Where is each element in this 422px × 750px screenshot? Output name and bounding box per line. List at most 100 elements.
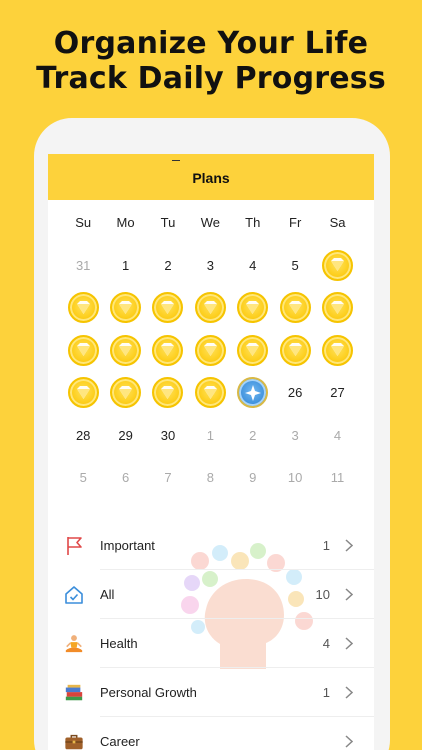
list-item-all[interactable]: All 10 bbox=[48, 570, 374, 619]
calendar-day-completed[interactable] bbox=[62, 287, 104, 330]
calendar-day-today[interactable] bbox=[232, 372, 274, 415]
calendar-day-other-month[interactable]: 7 bbox=[147, 457, 189, 500]
list-item-important[interactable]: Important 1 bbox=[48, 521, 374, 570]
calendar-day-other-month[interactable]: 8 bbox=[189, 457, 231, 500]
gold-coin-icon bbox=[152, 292, 184, 324]
calendar-day-other-month[interactable]: 4 bbox=[316, 414, 358, 457]
calendar-day-other-month[interactable]: 6 bbox=[104, 457, 146, 500]
app-screen: Plans Su Mo Tu We Th Fr Sa 31 1 2 3 4 5 26 27 28 29 30 1 2… bbox=[48, 154, 374, 750]
weekday-label: Fr bbox=[289, 214, 302, 230]
list-item-count: 1 bbox=[322, 685, 330, 700]
calendar-day[interactable]: 28 bbox=[62, 414, 104, 457]
list-item-career[interactable]: Career bbox=[48, 717, 374, 750]
list-item-count: 10 bbox=[315, 587, 330, 602]
calendar-week-row: 31 1 2 3 4 5 bbox=[48, 244, 374, 287]
gold-coin-icon bbox=[67, 334, 99, 366]
chevron-right-icon bbox=[344, 735, 354, 749]
calendar-day-completed[interactable] bbox=[232, 287, 274, 330]
calendar-day-completed[interactable] bbox=[274, 287, 316, 330]
gold-coin-icon bbox=[279, 334, 311, 366]
weekday-label: Su bbox=[75, 214, 92, 230]
category-list: Important 1 All 10 Health 4 Personal Growth 1 Ca… bbox=[48, 521, 374, 750]
calendar-day-completed[interactable] bbox=[104, 287, 146, 330]
home-check-icon bbox=[64, 585, 84, 605]
gold-coin-icon bbox=[110, 292, 142, 324]
flag-icon bbox=[64, 536, 84, 556]
calendar-day-other-month[interactable]: 31 bbox=[62, 244, 104, 287]
meditation-icon bbox=[64, 634, 84, 654]
calendar-day-other-month[interactable]: 2 bbox=[232, 414, 274, 457]
calendar-day-completed[interactable] bbox=[62, 329, 104, 372]
gold-coin-icon bbox=[322, 334, 354, 366]
weekday-label: Th bbox=[245, 214, 261, 230]
calendar-day[interactable]: 2 bbox=[147, 244, 189, 287]
list-item-count: 1 bbox=[322, 538, 330, 553]
calendar-day-completed[interactable] bbox=[62, 372, 104, 415]
weekday-label: We bbox=[200, 214, 220, 230]
calendar-week-row bbox=[48, 329, 374, 372]
calendar-day-completed[interactable] bbox=[189, 329, 231, 372]
gold-coin-icon bbox=[152, 334, 184, 366]
calendar-grid: 31 1 2 3 4 5 26 27 28 29 30 1 2 3 4 5 6 7 8 9 10 11 bbox=[48, 244, 374, 499]
calendar-day-completed[interactable] bbox=[316, 329, 358, 372]
calendar-day-other-month[interactable]: 11 bbox=[316, 457, 358, 500]
calendar-day[interactable]: 4 bbox=[232, 244, 274, 287]
gold-coin-icon bbox=[237, 334, 269, 366]
gold-coin-icon bbox=[322, 292, 354, 324]
list-item-count: 4 bbox=[322, 636, 330, 651]
calendar-day-completed[interactable] bbox=[104, 372, 146, 415]
weekday-label: Sa bbox=[329, 214, 346, 230]
calendar-day[interactable]: 1 bbox=[104, 244, 146, 287]
calendar-day-completed[interactable] bbox=[147, 329, 189, 372]
list-item-label: All bbox=[100, 587, 115, 602]
gold-coin-icon bbox=[67, 292, 99, 324]
list-item-health[interactable]: Health 4 bbox=[48, 619, 374, 668]
calendar-day-other-month[interactable]: 10 bbox=[274, 457, 316, 500]
books-icon bbox=[64, 683, 84, 703]
calendar-day-completed[interactable] bbox=[147, 372, 189, 415]
chevron-right-icon bbox=[344, 637, 354, 651]
calendar-day[interactable]: 5 bbox=[274, 244, 316, 287]
calendar-day[interactable]: 29 bbox=[104, 414, 146, 457]
briefcase-icon bbox=[64, 732, 84, 750]
calendar-day-completed[interactable] bbox=[316, 244, 358, 287]
gold-coin-icon bbox=[110, 377, 142, 409]
weekday-label: Mo bbox=[116, 214, 135, 230]
calendar-day-completed[interactable] bbox=[104, 329, 146, 372]
calendar-day-completed[interactable] bbox=[274, 329, 316, 372]
calendar-day[interactable]: 30 bbox=[147, 414, 189, 457]
gold-coin-icon bbox=[110, 334, 142, 366]
calendar-day-other-month[interactable]: 5 bbox=[62, 457, 104, 500]
star-coin-icon bbox=[237, 377, 269, 409]
calendar-day-completed[interactable] bbox=[147, 287, 189, 330]
calendar-day-other-month[interactable]: 1 bbox=[189, 414, 231, 457]
gold-coin-icon bbox=[322, 249, 354, 281]
calendar-day[interactable]: 26 bbox=[274, 372, 316, 415]
gold-coin-icon bbox=[237, 292, 269, 324]
calendar-day-completed[interactable] bbox=[189, 372, 231, 415]
promo-headline: Organize Your Life Track Daily Progress bbox=[0, 26, 422, 96]
calendar-day-other-month[interactable]: 9 bbox=[232, 457, 274, 500]
chevron-right-icon bbox=[344, 588, 354, 602]
weekday-label: Tu bbox=[160, 214, 176, 230]
gold-coin-icon bbox=[279, 292, 311, 324]
calendar-week-row: 28 29 30 1 2 3 4 bbox=[48, 414, 374, 457]
calendar-day[interactable]: 27 bbox=[316, 372, 358, 415]
chevron-right-icon bbox=[344, 539, 354, 553]
gold-coin-icon bbox=[152, 377, 184, 409]
list-item-personal-growth[interactable]: Personal Growth 1 bbox=[48, 668, 374, 717]
headline-line-2: Track Daily Progress bbox=[36, 61, 386, 96]
navbar: Plans bbox=[48, 154, 374, 200]
calendar-day-completed[interactable] bbox=[189, 287, 231, 330]
list-item-label: Health bbox=[100, 636, 138, 651]
chevron-right-icon bbox=[344, 686, 354, 700]
calendar-week-row bbox=[48, 287, 374, 330]
calendar-day-completed[interactable] bbox=[232, 329, 274, 372]
weekday-header: Su Mo Tu We Th Fr Sa bbox=[48, 200, 374, 244]
list-item-label: Personal Growth bbox=[100, 685, 197, 700]
gold-coin-icon bbox=[194, 334, 226, 366]
calendar-day-completed[interactable] bbox=[316, 287, 358, 330]
calendar-day-other-month[interactable]: 3 bbox=[274, 414, 316, 457]
calendar-day[interactable]: 3 bbox=[189, 244, 231, 287]
page-title: Plans bbox=[192, 170, 230, 186]
